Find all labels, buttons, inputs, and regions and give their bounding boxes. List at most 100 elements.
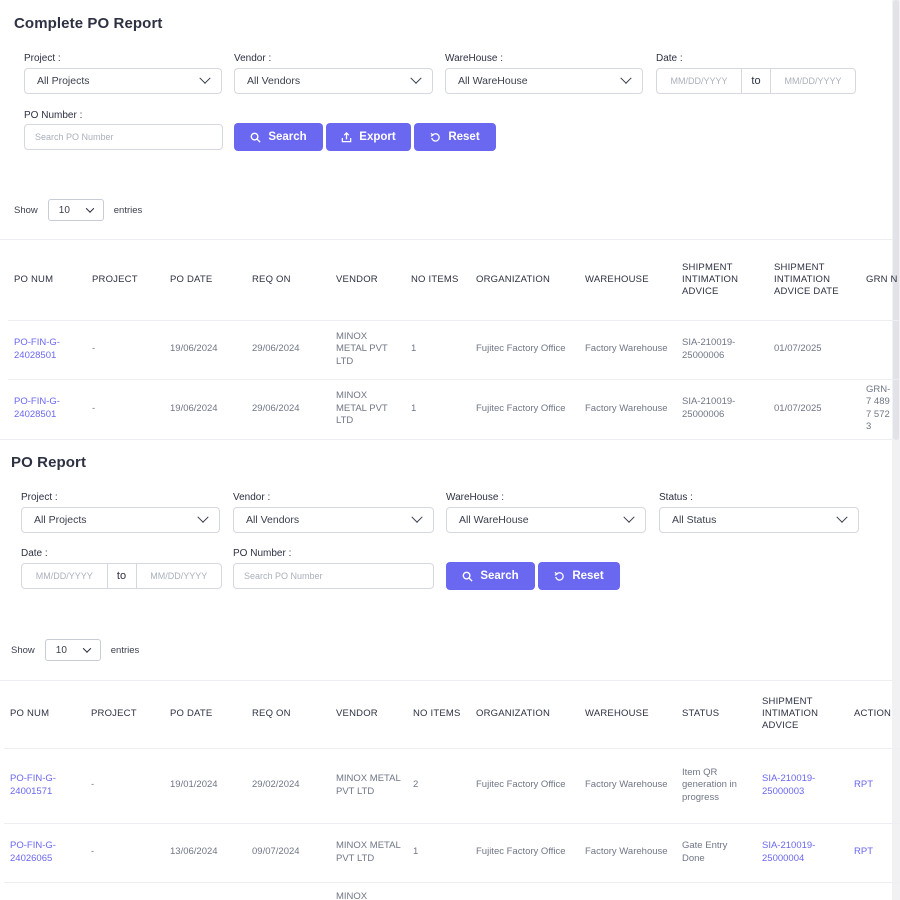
vendor-select[interactable]: All Vendors: [234, 68, 433, 94]
table-row: PO-FIN-G-24028501 - 19/06/2024 29/06/202…: [8, 320, 900, 379]
req-on-cell: [246, 882, 330, 900]
column-header[interactable]: NO ITEMS: [405, 240, 470, 320]
reset-button[interactable]: Reset: [538, 562, 620, 590]
date-to-input[interactable]: MM/DD/YYYY: [137, 564, 222, 588]
vendor-cell: MINOX METAL PVT LTD: [336, 390, 388, 426]
search-button-label: Search: [480, 570, 519, 582]
warehouse-label: WareHouse :: [445, 53, 503, 64]
date-range: MM/DD/YYYY to MM/DD/YYYY: [21, 563, 222, 589]
status-select[interactable]: All Status: [659, 507, 859, 533]
column-header[interactable]: ACTION: [848, 681, 900, 748]
warehouse-cell: Factory Warehouse: [585, 779, 668, 791]
table-row: PO-FIN-G-24028501 - 19/06/2024 29/06/202…: [8, 379, 900, 438]
po-report-table: PO NUM PROJECT PO DATE REQ ON VENDOR NO …: [4, 681, 900, 900]
po-number-link[interactable]: PO-FIN-G-24001571: [4, 748, 85, 823]
search-button-label: Search: [268, 131, 307, 143]
column-header[interactable]: PO NUM: [4, 681, 85, 748]
column-header[interactable]: SHIPMENT INTIMATION ADVICE: [676, 240, 768, 320]
no-items-cell: 1: [411, 402, 417, 414]
date-from-input[interactable]: MM/DD/YYYY: [657, 69, 741, 93]
column-header[interactable]: REQ ON: [246, 681, 330, 748]
column-header[interactable]: WAREHOUSE: [579, 240, 676, 320]
date-from-input[interactable]: MM/DD/YYYY: [22, 564, 107, 588]
warehouse-select[interactable]: All WareHouse: [446, 507, 646, 533]
column-header[interactable]: SHIPMENT INTIMATION ADVICE: [756, 681, 848, 748]
organization-cell: [470, 882, 579, 900]
export-button[interactable]: Export: [326, 123, 411, 151]
table-row: PO-FIN-G-24001571 - 19/01/2024 29/02/202…: [4, 748, 900, 823]
search-button[interactable]: Search: [446, 562, 535, 590]
chevron-down-icon: [623, 511, 635, 523]
column-header[interactable]: SHIPMENT INTIMATION ADVICE DATE: [768, 240, 860, 320]
column-header[interactable]: PO NUM: [8, 240, 86, 320]
reset-button-label: Reset: [448, 131, 480, 143]
vendor-select-value: All Vendors: [246, 514, 300, 526]
entries-per-page-select[interactable]: 10: [47, 199, 104, 221]
rpt-action-link[interactable]: RPT: [848, 823, 900, 882]
shipment-advice-link[interactable]: [756, 882, 848, 900]
po-number-link[interactable]: [4, 882, 85, 900]
project-select-value: All Projects: [37, 75, 90, 87]
chevron-down-icon: [410, 72, 422, 84]
column-header[interactable]: NO ITEMS: [407, 681, 470, 748]
warehouse-select[interactable]: All WareHouse: [445, 68, 643, 94]
column-header[interactable]: ORGANIZATION: [470, 240, 579, 320]
entries-per-page-select[interactable]: 10: [44, 639, 101, 661]
shipment-advice-link[interactable]: SIA-210019-25000003: [756, 748, 848, 823]
complete-po-table: PO NUM PROJECT PO DATE REQ ON VENDOR NO …: [8, 240, 900, 438]
po-number-search-input[interactable]: Search PO Number: [233, 563, 434, 589]
reset-button[interactable]: Reset: [414, 123, 496, 151]
po-date-cell: [164, 882, 246, 900]
po-number-search-input[interactable]: Search PO Number: [24, 124, 223, 150]
status-cell: Item QR generation in progress: [682, 766, 737, 803]
table-row: MINOX: [4, 882, 900, 900]
chevron-down-icon: [82, 644, 92, 653]
column-header[interactable]: PO DATE: [164, 681, 246, 748]
show-label: Show: [11, 644, 35, 656]
project-cell: -: [92, 343, 96, 355]
warehouse-select-value: All WareHouse: [458, 75, 528, 87]
project-cell: -: [91, 779, 95, 791]
shipment-advice-cell: SIA-210019-25000006: [682, 396, 736, 420]
complete-po-report-title: Complete PO Report: [14, 15, 163, 32]
status-select-value: All Status: [672, 514, 717, 526]
project-select[interactable]: All Projects: [21, 507, 220, 533]
organization-cell: Fujitec Factory Office: [476, 779, 566, 791]
column-header[interactable]: WAREHOUSE: [579, 681, 676, 748]
warehouse-label: WareHouse :: [446, 492, 504, 503]
po-date-cell: 19/01/2024: [170, 779, 218, 791]
search-button[interactable]: Search: [234, 123, 323, 151]
po-number-link[interactable]: PO-FIN-G-24028501: [8, 379, 86, 438]
column-header[interactable]: ORGANIZATION: [470, 681, 579, 748]
po-date-cell: 19/06/2024: [170, 402, 218, 414]
date-range: MM/DD/YYYY to MM/DD/YYYY: [656, 68, 856, 94]
column-header[interactable]: STATUS: [676, 681, 756, 748]
export-icon: [342, 131, 352, 142]
column-header[interactable]: PROJECT: [86, 240, 164, 320]
vendor-select[interactable]: All Vendors: [233, 507, 434, 533]
column-header[interactable]: VENDOR: [330, 681, 407, 748]
status-cell: [676, 882, 756, 900]
column-header[interactable]: VENDOR: [330, 240, 405, 320]
rpt-action-link[interactable]: [848, 882, 900, 900]
column-header[interactable]: GRN N: [860, 240, 900, 320]
date-to-input[interactable]: MM/DD/YYYY: [771, 69, 855, 93]
req-on-cell: 29/06/2024: [252, 402, 300, 414]
search-icon: [462, 571, 473, 582]
po-number-link[interactable]: PO-FIN-G-24026065: [4, 823, 85, 882]
column-header[interactable]: PROJECT: [85, 681, 164, 748]
shipment-advice-link[interactable]: SIA-210019-25000004: [756, 823, 848, 882]
column-header[interactable]: PO DATE: [164, 240, 246, 320]
shipment-advice-date-cell: 01/07/2025: [774, 343, 822, 355]
project-label: Project :: [21, 492, 58, 503]
date-label: Date :: [21, 548, 48, 559]
warehouse-cell: Factory Warehouse: [585, 402, 668, 414]
po-number-link[interactable]: PO-FIN-G-24028501: [8, 320, 86, 379]
rpt-action-link[interactable]: RPT: [848, 748, 900, 823]
vendor-cell: MINOX METAL PVT LTD: [336, 330, 388, 367]
column-header[interactable]: REQ ON: [246, 240, 330, 320]
shipment-advice-date-cell: 01/07/2025: [774, 402, 822, 414]
chevron-down-icon: [199, 72, 211, 84]
show-entries: Show 10 entries: [14, 199, 142, 221]
project-select[interactable]: All Projects: [24, 68, 222, 94]
